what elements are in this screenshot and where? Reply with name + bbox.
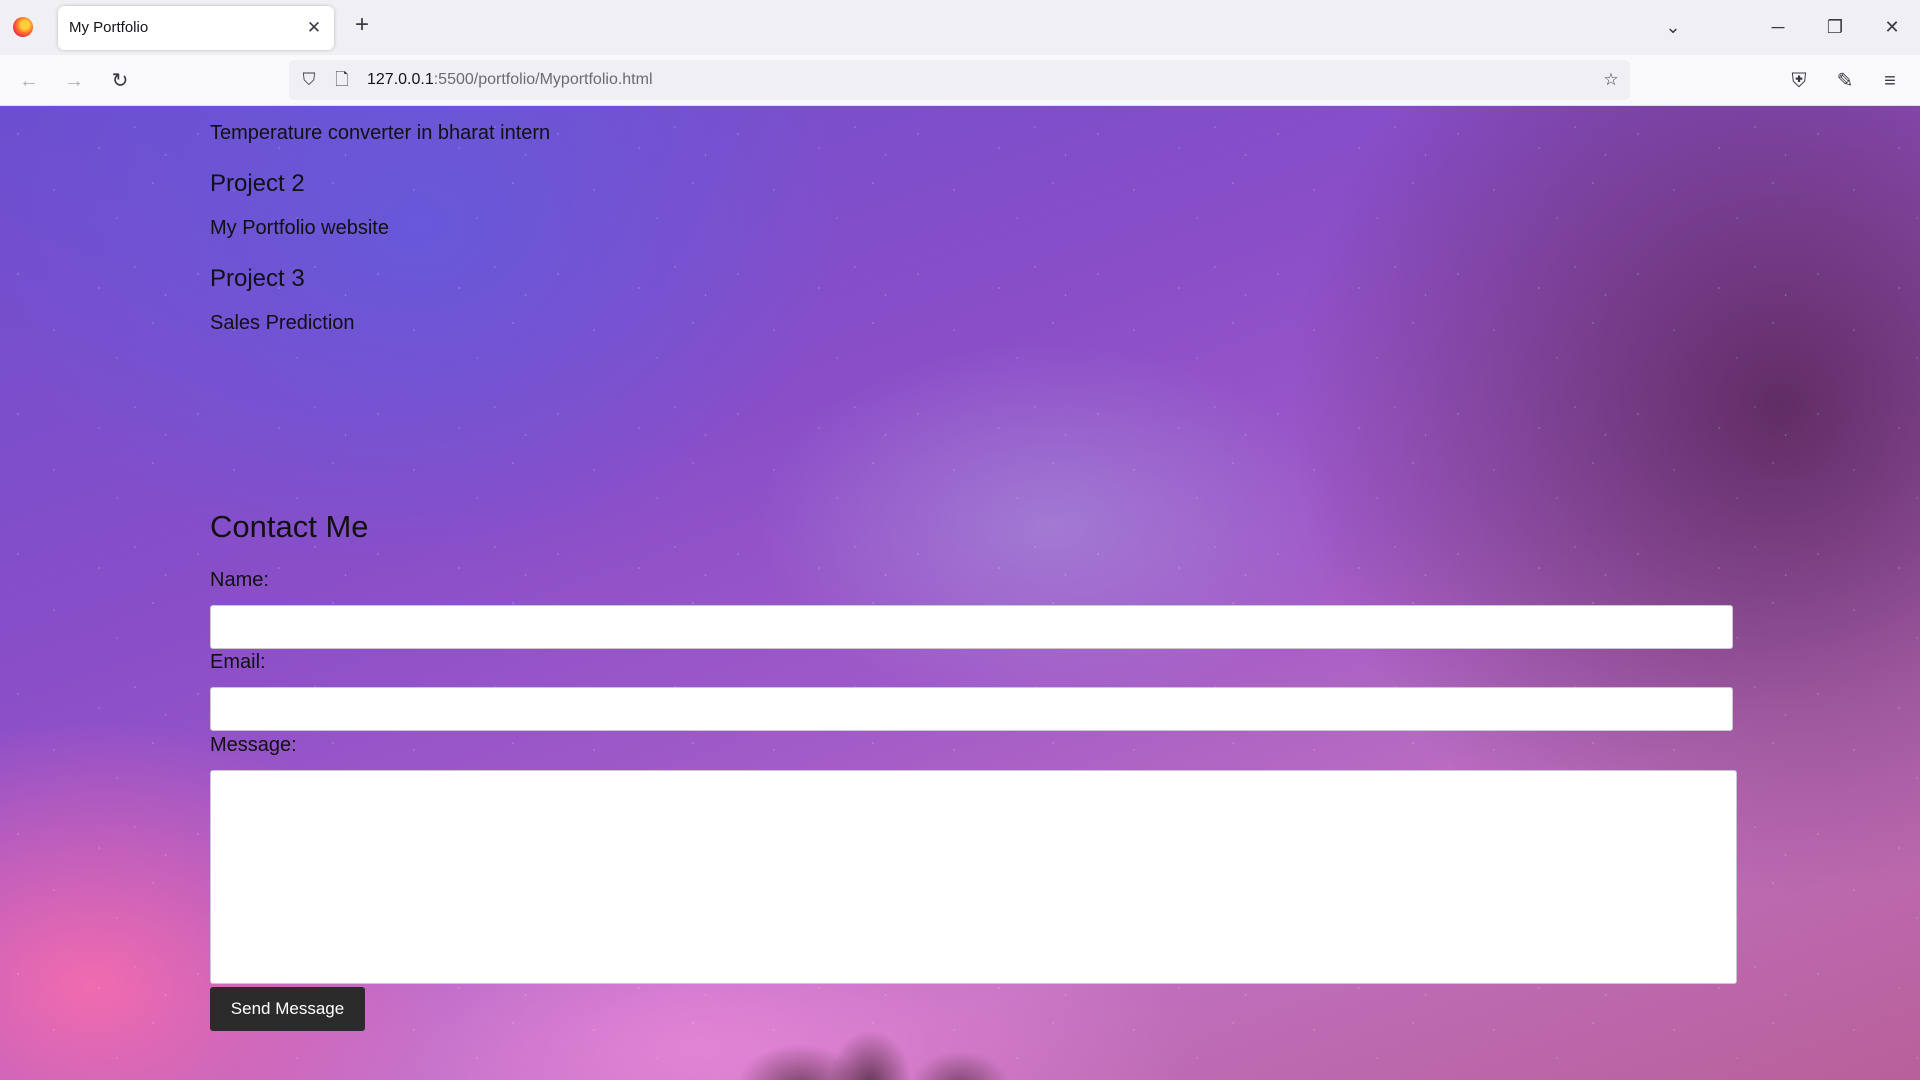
project-3-description: Sales Prediction <box>210 312 355 334</box>
name-input[interactable] <box>210 605 1733 649</box>
project-1-description: Temperature converter in bharat intern <box>210 122 551 144</box>
pocket-icon[interactable]: ⛨ <box>1786 68 1812 94</box>
page-icon[interactable]: 🗋 <box>330 68 354 92</box>
forward-icon[interactable]: → <box>61 68 87 94</box>
url-path: :5500/portfolio/Myportfolio.html <box>433 71 653 88</box>
extensions-icon[interactable]: ✎ <box>1832 68 1858 94</box>
tab-bar: My Portfolio ✕ + ⌄ ─ ❐ ✕ <box>0 0 1920 55</box>
tab-close-icon[interactable]: ✕ <box>304 18 324 38</box>
firefox-logo-icon <box>13 17 33 37</box>
email-label: Email: <box>210 651 266 673</box>
project-3-title: Project 3 <box>210 265 305 292</box>
url-bar[interactable]: ⛉ 🗋 127.0.0.1:5500/portfolio/Myportfolio… <box>289 60 1630 100</box>
restore-icon[interactable]: ❐ <box>1820 14 1850 40</box>
send-message-button[interactable]: Send Message <box>210 987 365 1031</box>
name-label: Name: <box>210 569 269 591</box>
navigation-bar: ← → ↻ ⛉ 🗋 127.0.0.1:5500/portfolio/Mypor… <box>0 55 1920 106</box>
contact-heading: Contact Me <box>210 509 369 544</box>
list-tabs-icon[interactable]: ⌄ <box>1658 14 1688 40</box>
project-2-title: Project 2 <box>210 170 305 197</box>
page-content: Temperature converter in bharat intern P… <box>0 106 1920 1080</box>
bookmark-star-icon[interactable]: ☆ <box>1599 68 1623 92</box>
message-textarea[interactable] <box>210 770 1737 984</box>
url-host: 127.0.0.1 <box>367 71 434 88</box>
email-input[interactable] <box>210 687 1733 731</box>
project-2-description: My Portfolio website <box>210 217 389 239</box>
reload-icon[interactable]: ↻ <box>107 68 133 94</box>
new-tab-icon[interactable]: + <box>350 13 374 38</box>
background-trees <box>620 976 1140 1080</box>
back-icon[interactable]: ← <box>16 68 42 94</box>
message-label: Message: <box>210 734 297 756</box>
tab-title: My Portfolio <box>69 19 149 36</box>
menu-icon[interactable]: ≡ <box>1877 68 1903 94</box>
tab-my-portfolio[interactable]: My Portfolio ✕ <box>58 6 334 50</box>
url-text[interactable]: 127.0.0.1:5500/portfolio/Myportfolio.htm… <box>367 71 653 89</box>
window-close-icon[interactable]: ✕ <box>1877 14 1907 40</box>
shield-icon[interactable]: ⛉ <box>297 68 321 92</box>
minimize-icon[interactable]: ─ <box>1763 14 1793 40</box>
